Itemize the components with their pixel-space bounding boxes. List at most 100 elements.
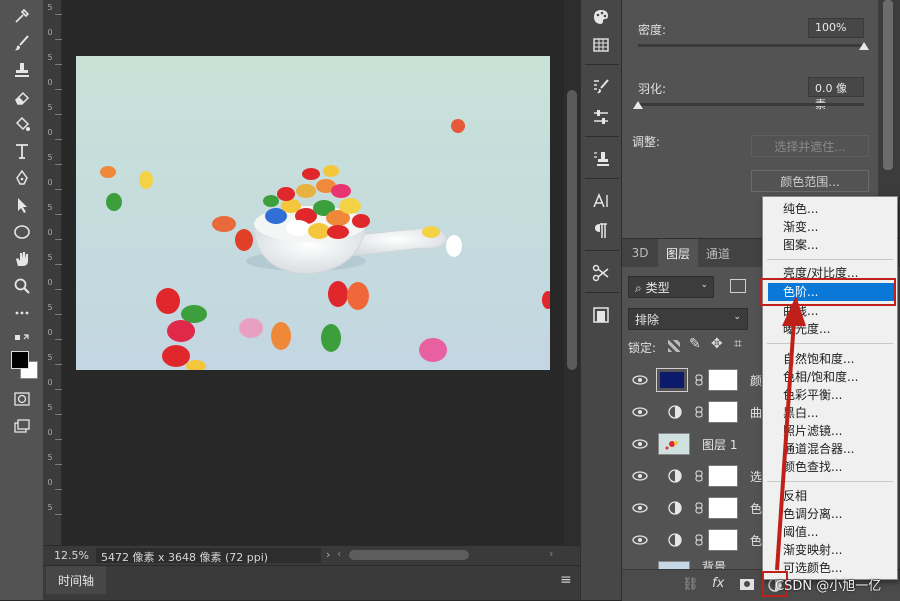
lock-position-icon[interactable]: ✥	[711, 336, 723, 352]
density-label: 密度:	[638, 23, 667, 37]
visibility-eye-icon[interactable]	[632, 533, 648, 547]
chevron-down-icon: ⌄	[700, 280, 708, 290]
clone-stamp-tool-icon[interactable]	[8, 59, 36, 81]
link-chain-icon[interactable]	[695, 374, 703, 386]
fx-icon[interactable]: fx	[712, 576, 724, 591]
paragraph-icon[interactable]	[587, 218, 615, 244]
timeline-tab[interactable]: 时间轴	[46, 566, 106, 594]
timeline-panel: 时间轴 ≡	[44, 565, 580, 600]
screen-mode-icon[interactable]	[8, 415, 36, 437]
layer-mask-thumbnail[interactable]	[708, 465, 738, 487]
mask-icon[interactable]	[740, 579, 754, 590]
visibility-eye-icon[interactable]	[632, 437, 648, 451]
brush-tool-icon[interactable]	[8, 32, 36, 54]
ruler-label: 5	[47, 503, 53, 512]
character-icon[interactable]	[587, 188, 615, 214]
layer-mask-thumbnail[interactable]	[708, 529, 738, 551]
status-menu-arrow-icon[interactable]: ›	[326, 548, 330, 561]
lock-image-icon[interactable]: ✎	[689, 336, 701, 352]
feather-input[interactable]: 0.0 像素	[808, 77, 864, 111]
link-chain-icon[interactable]	[695, 502, 703, 514]
quick-mask-icon[interactable]	[8, 388, 36, 410]
link-icon[interactable]: ⛓	[682, 577, 699, 592]
tab-3d[interactable]: 3D	[622, 239, 658, 267]
lock-transparent-icon[interactable]	[668, 340, 680, 352]
layer-name[interactable]: 图层 1	[702, 436, 737, 453]
layer-row[interactable]: 颜	[622, 364, 762, 397]
pixel-filter-icon[interactable]	[730, 279, 746, 293]
search-icon: ⌕	[635, 281, 642, 295]
density-slider[interactable]	[638, 44, 864, 47]
clone-source-icon[interactable]	[587, 146, 615, 172]
ruler-tick	[55, 139, 62, 140]
path-selection-tool-icon[interactable]	[8, 194, 36, 216]
pen-tool-icon[interactable]	[8, 167, 36, 189]
layer-mask-thumbnail[interactable]	[708, 369, 738, 391]
ruler-label: 0	[47, 378, 53, 387]
feather-slider[interactable]	[638, 103, 864, 106]
tab-channels[interactable]: 通道	[698, 239, 738, 267]
layer-filter-kind[interactable]: ⌕ 类型 ⌄	[628, 276, 714, 298]
color-palette-icon[interactable]	[587, 4, 615, 30]
jelly-bean-photo[interactable]	[76, 56, 550, 370]
visibility-eye-icon[interactable]	[632, 373, 648, 387]
menu-item-gradient[interactable]: 渐变...	[783, 219, 818, 236]
horizontal-scroll-thumb[interactable]	[349, 550, 469, 560]
watermark: CSDN @小旭一亿	[775, 579, 882, 594]
lock-label: 锁定:	[628, 341, 657, 355]
eyedropper-tool-icon[interactable]	[8, 5, 36, 27]
visibility-eye-icon[interactable]	[632, 501, 648, 515]
scroll-left-icon[interactable]: ‹	[337, 547, 341, 560]
link-chain-icon[interactable]	[695, 470, 703, 482]
paint-bucket-tool-icon[interactable]	[8, 113, 36, 135]
vertical-scroll-thumb[interactable]	[567, 90, 577, 370]
feather-label: 羽化:	[638, 82, 667, 96]
adjust-sliders-icon[interactable]	[587, 104, 615, 130]
color-range-button[interactable]: 颜色范围...	[751, 170, 869, 192]
layer-row[interactable]: 色	[622, 492, 762, 525]
link-chain-icon[interactable]	[695, 406, 703, 418]
properties-scroll-thumb[interactable]	[883, 0, 893, 170]
brush-settings-icon[interactable]	[587, 74, 615, 100]
menu-item-pattern[interactable]: 图案...	[783, 237, 818, 254]
ruler-tick	[55, 239, 62, 240]
layer-mask-thumbnail[interactable]	[708, 401, 738, 423]
zoom-tool-icon[interactable]	[8, 275, 36, 297]
eraser-tool-icon[interactable]	[8, 86, 36, 108]
tool-presets-icon[interactable]	[587, 260, 615, 286]
menu-item-solid-color[interactable]: 纯色...	[783, 201, 818, 218]
lock-artboard-icon[interactable]: ⌗	[734, 336, 742, 352]
swatches-grid-icon[interactable]	[587, 32, 615, 58]
ruler-label: 5	[47, 403, 53, 412]
ruler-tick	[55, 14, 62, 15]
swap-colors-icon[interactable]	[8, 330, 36, 352]
zoom-level[interactable]: 12.5%	[54, 549, 89, 562]
more-tools-icon[interactable]	[8, 302, 36, 324]
link-chain-icon[interactable]	[695, 534, 703, 546]
density-input[interactable]: 100%	[808, 18, 864, 38]
ellipse-tool-icon[interactable]	[8, 221, 36, 243]
visibility-eye-icon[interactable]	[632, 405, 648, 419]
density-slider-knob[interactable]	[859, 42, 869, 50]
layer-row[interactable]: 图层 1	[622, 428, 762, 461]
layer-row[interactable]: 选	[622, 460, 762, 493]
visibility-eye-icon[interactable]	[632, 469, 648, 483]
select-and-mask-button[interactable]: 选择并遮住...	[751, 135, 869, 157]
hand-tool-icon[interactable]	[8, 248, 36, 270]
libraries-icon[interactable]	[587, 302, 615, 328]
panel-menu-icon[interactable]: ≡	[560, 572, 572, 588]
blend-mode-select[interactable]: 排除 ⌄	[628, 308, 748, 330]
tab-layers[interactable]: 图层	[658, 239, 698, 267]
feather-slider-knob[interactable]	[633, 101, 643, 109]
status-bar: 12.5% 5472 像素 x 3648 像素 (72 ppi) › ‹ ›	[44, 545, 580, 565]
ruler-label: 0	[47, 328, 53, 337]
layer-row[interactable]: 背景	[622, 556, 762, 570]
ruler-label: 5	[47, 253, 53, 262]
layer-mask-thumbnail[interactable]	[708, 497, 738, 519]
layer-row[interactable]: 曲	[622, 396, 762, 429]
type-tool-icon[interactable]	[8, 140, 36, 162]
ruler-tick	[55, 489, 62, 490]
scroll-right-icon[interactable]: ›	[549, 547, 553, 560]
ruler-label: 0	[47, 478, 53, 487]
layer-row[interactable]: 色	[622, 524, 762, 557]
